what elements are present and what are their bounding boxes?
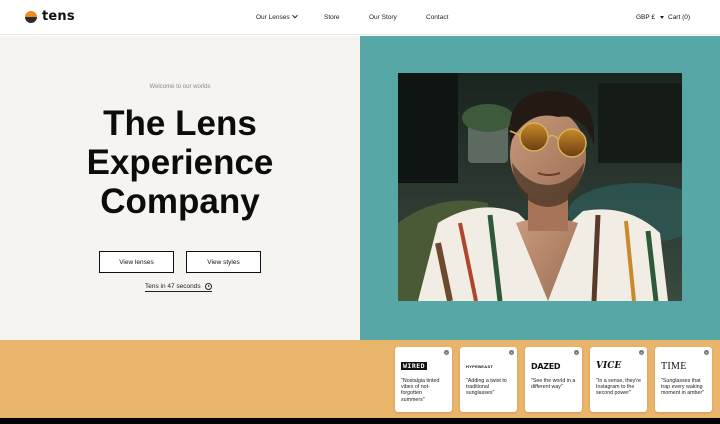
press-card-time[interactable]: × TIME "Sunglasses that trap every wakin… (655, 347, 712, 412)
currency-selector[interactable]: GBP £ (636, 14, 665, 21)
headline-line: Company (100, 182, 260, 221)
hero-text-panel: Welcome to our worlds The Lens Experienc… (0, 36, 360, 340)
brand-name: HYPEBEAST (466, 363, 494, 369)
close-icon[interactable]: × (444, 350, 449, 355)
chevron-down-icon (291, 12, 298, 19)
nav-store[interactable]: Store (324, 14, 340, 21)
view-styles-button[interactable]: View styles (186, 251, 261, 273)
tens-video-link[interactable]: Tens in 47 seconds (145, 283, 212, 292)
press-quote: "Sunglasses that trap every waking momen… (661, 378, 705, 397)
vice-logo-icon: VICE (596, 360, 641, 372)
welcome-text: Welcome to our worlds (149, 84, 211, 90)
nav-our-lenses[interactable]: Our Lenses (256, 12, 298, 21)
logo-text: tens (42, 9, 75, 24)
nav-our-story[interactable]: Our Story (369, 14, 397, 21)
time-logo-icon: TIME (661, 360, 706, 372)
brand-name: VICE (596, 361, 622, 371)
press-quotes-bar: × WIRED "Nostalgia tinted vibes of not-f… (0, 340, 720, 418)
hero-image-panel (360, 36, 720, 340)
brand-name: WIRED (401, 362, 428, 370)
landing-page: tens Our Lenses Store Our Story Contact … (0, 0, 720, 418)
view-lenses-button[interactable]: View lenses (99, 251, 174, 273)
press-card-dazed[interactable]: × DAZED "See the world in a different wa… (525, 347, 582, 412)
logo[interactable]: tens (25, 9, 75, 24)
press-quote: "In a sense, they're Instagram to the se… (596, 378, 641, 397)
hero-headline: The Lens Experience Company (0, 104, 360, 221)
site-header: tens Our Lenses Store Our Story Contact … (0, 0, 720, 35)
close-icon[interactable]: × (509, 350, 514, 355)
brand-name: TIME (661, 360, 687, 372)
headline-line: Experience (86, 143, 274, 182)
press-card-vice[interactable]: × VICE "In a sense, they're Instagram to… (590, 347, 647, 412)
press-quote: "Nostalgia tinted vibes of not-forgotten… (401, 378, 440, 403)
nav-label: Our Lenses (256, 14, 290, 21)
press-card-wired[interactable]: × WIRED "Nostalgia tinted vibes of not-f… (395, 347, 452, 412)
currency-label: GBP £ (636, 14, 656, 21)
caret-down-icon (660, 15, 665, 19)
nav-contact[interactable]: Contact (426, 14, 448, 21)
play-icon (204, 283, 212, 290)
brand-name: DAZED (531, 361, 561, 371)
press-quote: "Adding a twist to traditional sunglasse… (466, 378, 507, 397)
close-icon[interactable]: × (574, 350, 579, 355)
wired-logo-icon: WIRED (401, 360, 446, 372)
press-quote: "See the world in a different way" (531, 378, 576, 391)
logo-icon (25, 10, 37, 23)
close-icon[interactable]: × (639, 350, 644, 355)
tens-video-label: Tens in 47 seconds (145, 283, 201, 290)
press-card-hypebeast[interactable]: × HYPEBEAST "Adding a twist to tradition… (460, 347, 517, 412)
dazed-logo-icon: DAZED (531, 360, 576, 372)
hypebeast-logo-icon: HYPEBEAST (466, 360, 511, 372)
man-in-sunglasses-photo (398, 73, 682, 301)
close-icon[interactable]: × (704, 350, 709, 355)
headline-line: The Lens (103, 104, 257, 143)
hero-photo (398, 73, 682, 301)
cart-link[interactable]: Cart (0) (668, 14, 690, 21)
